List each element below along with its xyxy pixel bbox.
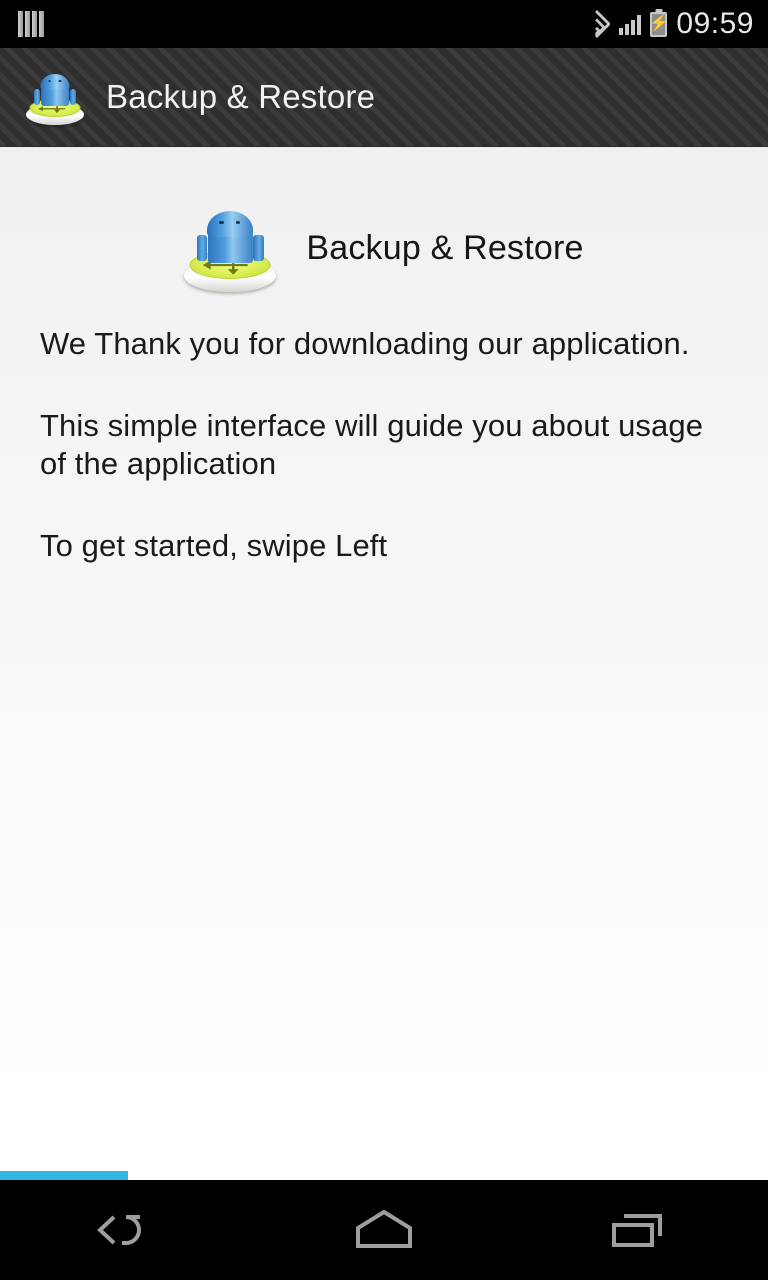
battery-charging-icon: ⚡: [648, 11, 669, 37]
notification-bars-icon: [18, 11, 44, 37]
page-indicator-thumb[interactable]: [0, 1171, 128, 1180]
wifi-icon: [583, 9, 612, 39]
navigation-bar: [0, 1180, 768, 1280]
status-bar-right: ⚡ 09:59: [583, 7, 754, 41]
cellular-signal-icon: [619, 13, 642, 35]
paragraph-swipe-hint: To get started, swipe Left: [40, 528, 388, 563]
nav-recents-button[interactable]: [512, 1180, 768, 1280]
status-bar: ⚡ 09:59: [0, 0, 768, 48]
nav-back-button[interactable]: [0, 1180, 256, 1280]
paragraph-thanks: We Thank you for downloading our applica…: [40, 326, 690, 361]
nav-home-button[interactable]: [256, 1180, 512, 1280]
content-area: Backup & Restore We Thank you for downlo…: [0, 147, 768, 1177]
action-bar[interactable]: Backup & Restore: [0, 48, 768, 147]
back-arrow-icon: [90, 1204, 166, 1256]
status-bar-left: [18, 11, 44, 37]
page-header: Backup & Restore: [0, 202, 768, 294]
page-indicator-track[interactable]: [0, 1171, 768, 1180]
action-bar-title: Backup & Restore: [106, 78, 376, 115]
page-title: Backup & Restore: [306, 228, 584, 267]
header-android-backup-restore-icon: [184, 202, 277, 294]
charging-bolt-icon: ⚡: [648, 15, 669, 32]
paragraph-guide: This simple interface will guide you abo…: [40, 408, 704, 481]
status-bar-clock: 09:59: [676, 7, 754, 40]
android-screen: ⚡ 09:59 Backup & Restore Backup & Restor…: [0, 0, 768, 1280]
app-icon-android-backup-robot-icon[interactable]: [26, 68, 84, 126]
intro-paragraphs: We Thank you for downloading our applica…: [40, 325, 730, 565]
recent-apps-icon: [600, 1204, 680, 1256]
home-icon: [344, 1204, 424, 1256]
